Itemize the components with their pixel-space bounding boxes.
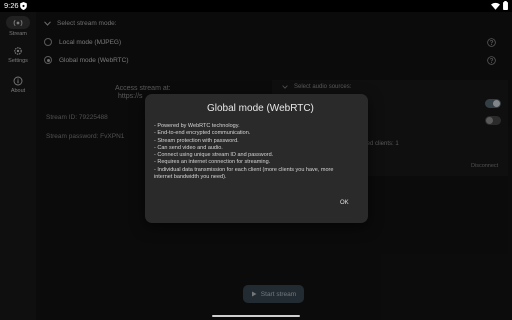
- dialog-body: - Powered by WebRTC technology. - End-to…: [154, 123, 362, 181]
- dialog-line: - Stream protection with password.: [154, 137, 239, 144]
- dialog-line: - End-to-end encrypted communication.: [154, 130, 251, 137]
- battery-icon: [503, 1, 508, 10]
- gesture-handle[interactable]: [212, 315, 300, 317]
- dialog-line: - Connect using unique stream ID and pas…: [154, 152, 274, 159]
- status-time: 9:26: [4, 1, 19, 10]
- status-bar: 9:26: [0, 0, 512, 12]
- dialog-ok-button[interactable]: OK: [340, 200, 349, 206]
- info-dialog: Global mode (WebRTC) - Powered by WebRTC…: [145, 94, 368, 223]
- dialog-title: Global mode (WebRTC): [207, 103, 314, 114]
- dialog-line: - Individual data transmission for each …: [154, 166, 334, 173]
- dialog-line: - Requires an internet connection for st…: [154, 159, 271, 166]
- dialog-line: internet bandwidth you need).: [154, 174, 227, 181]
- shield-icon: [20, 2, 27, 10]
- dialog-line: - Powered by WebRTC technology.: [154, 123, 240, 129]
- wifi-icon: [491, 2, 500, 10]
- dialog-line: - Can send video and audio.: [154, 144, 223, 151]
